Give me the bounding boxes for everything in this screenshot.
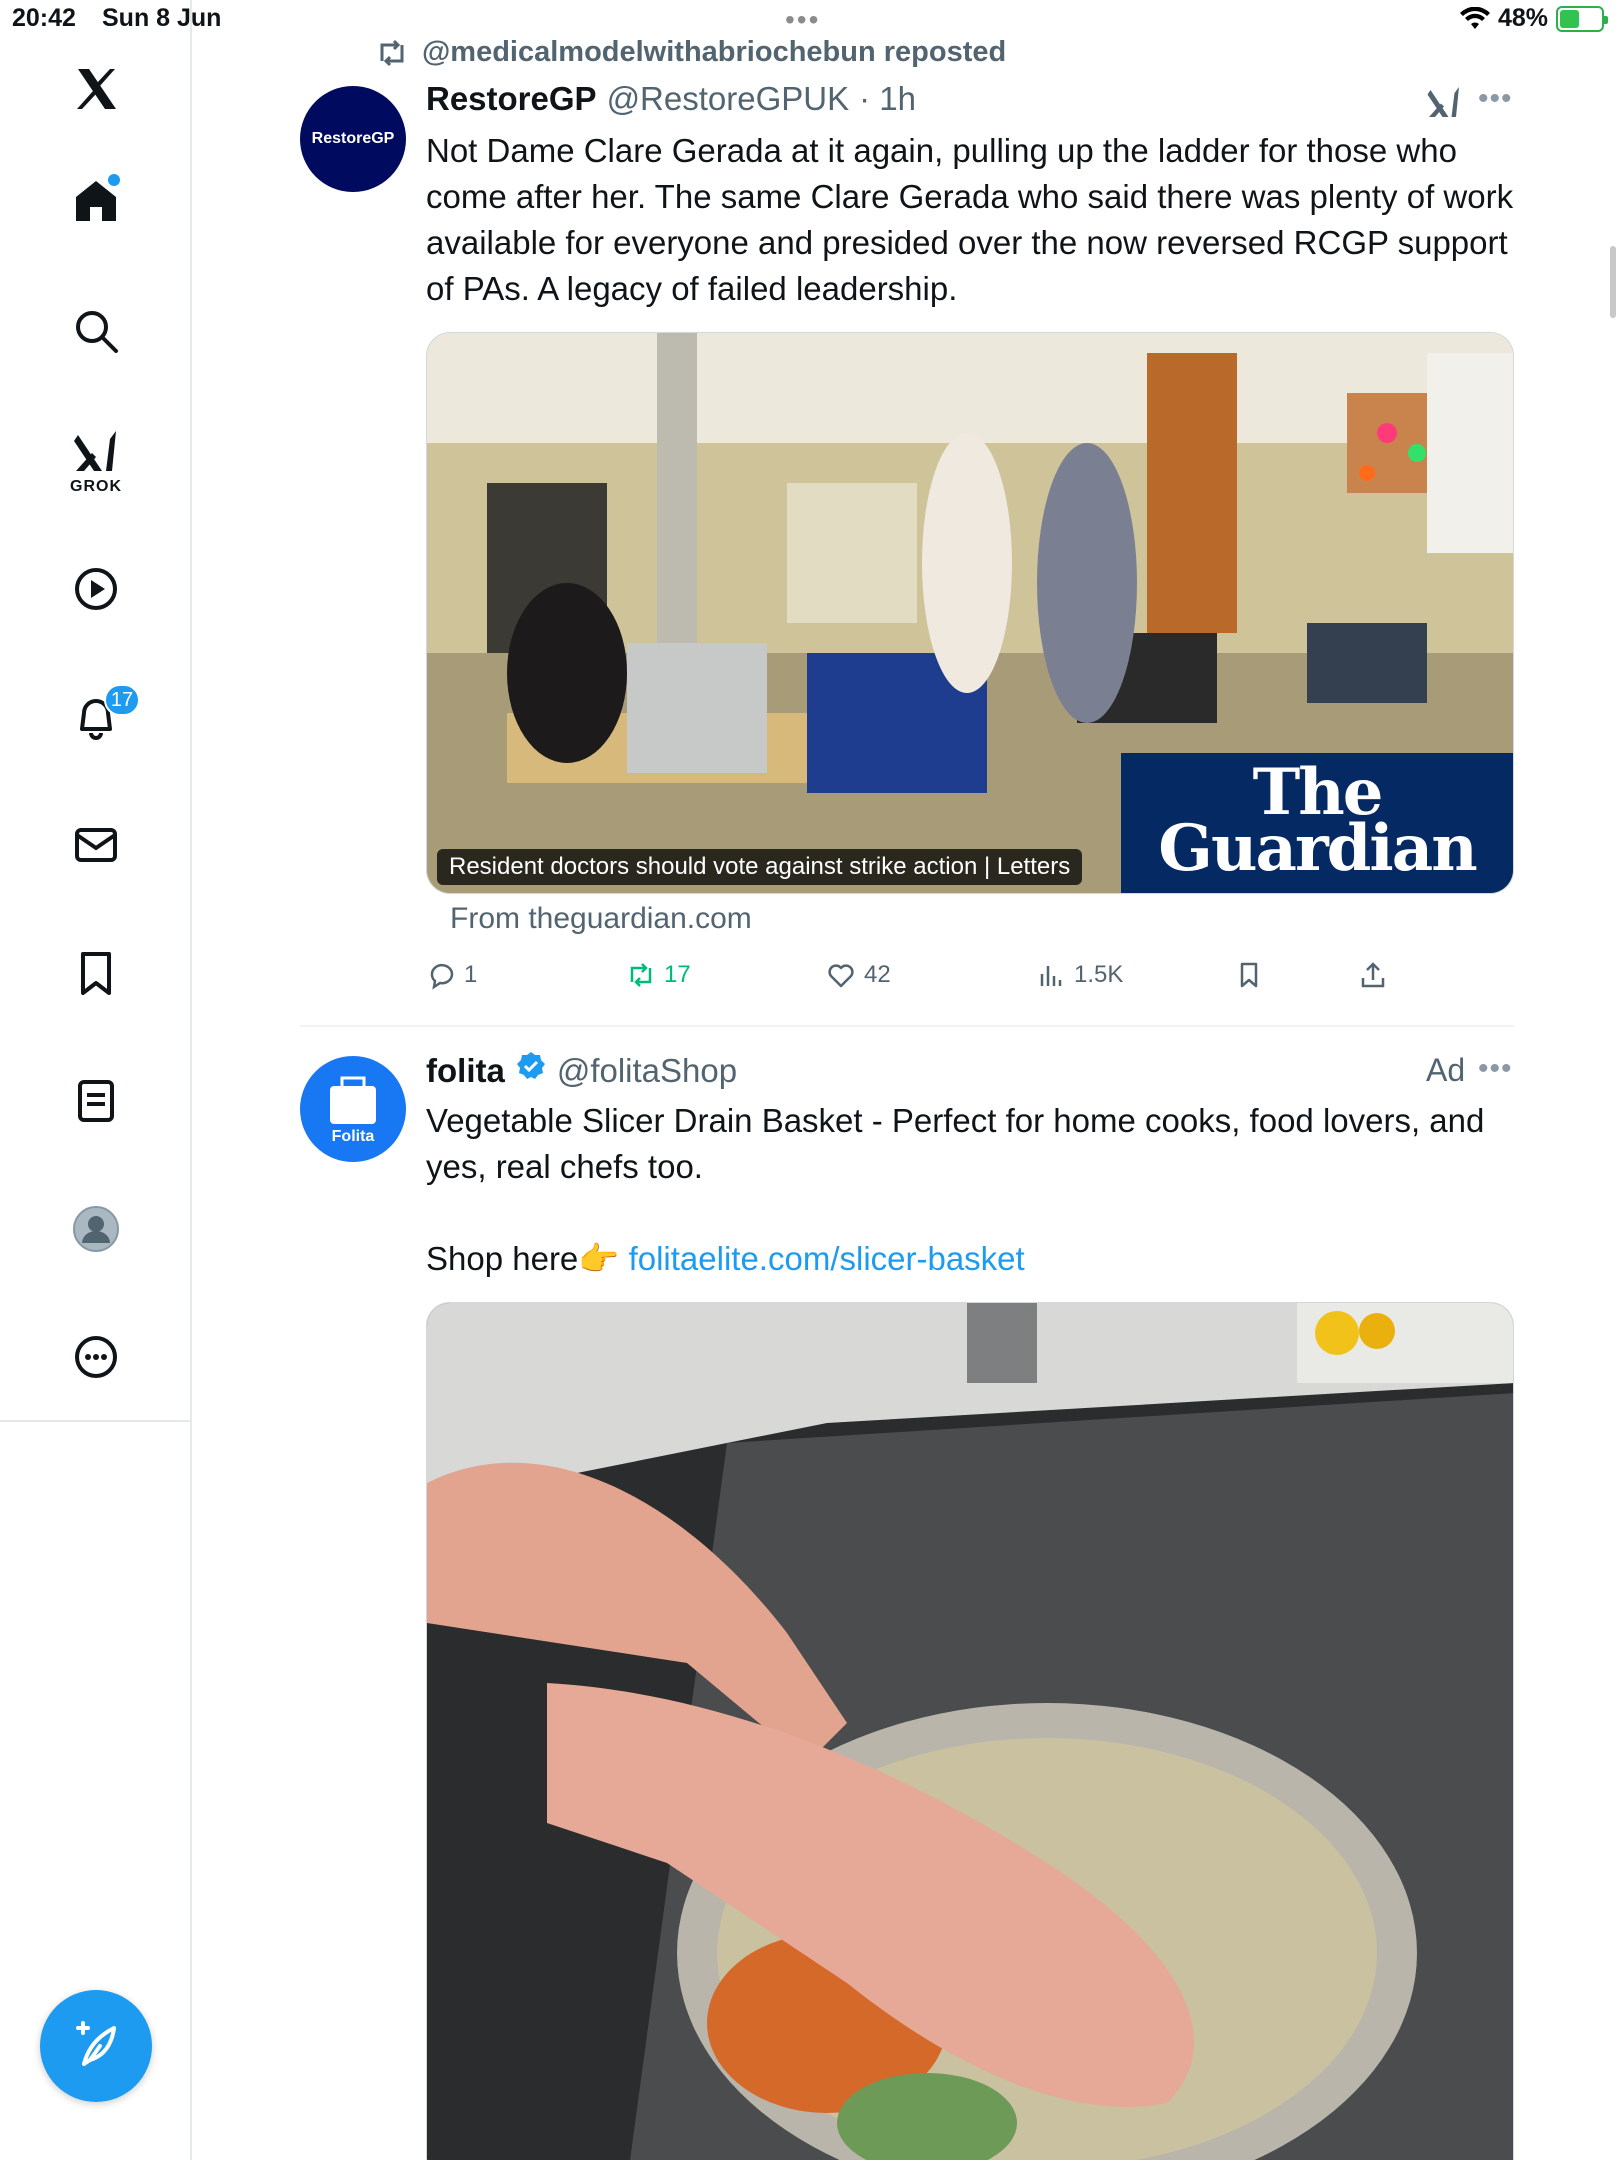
- sidebar-item-lists[interactable]: [0, 1056, 192, 1146]
- bookmark-button[interactable]: [1234, 950, 1264, 1000]
- sidebar-divider: [0, 1420, 192, 1422]
- like-button[interactable]: 42: [826, 950, 891, 1000]
- tweet-divider: [300, 1025, 1514, 1027]
- verified-icon: [516, 1052, 545, 1079]
- compose-icon: [76, 2021, 116, 2066]
- compose-button[interactable]: [40, 1990, 152, 2102]
- author-handle[interactable]: @folitaShop: [557, 1052, 737, 1090]
- card-caption: Resident doctors should vote against str…: [437, 849, 1083, 885]
- tweet-header: folita @folitaShop: [426, 1050, 737, 1090]
- grok-label: GROK: [70, 478, 122, 495]
- views-icon: [1040, 966, 1062, 986]
- repost-icon: [630, 963, 652, 987]
- status-bar: 20:42 Sun 8 Jun ••• 48%: [0, 0, 1620, 40]
- repost-button[interactable]: 17: [626, 950, 691, 1000]
- repost-indicator[interactable]: @medicalmodelwithabriochebun reposted: [376, 36, 1006, 69]
- home-unread-dot: [108, 174, 120, 186]
- guardian-logo: The Guardian: [1121, 753, 1513, 893]
- more-options-icon[interactable]: •••: [1478, 1052, 1513, 1086]
- tweet-text: Vegetable Slicer Drain Basket - Perfect …: [426, 1102, 1485, 1185]
- ad-label: Ad: [1426, 1052, 1466, 1088]
- link-card-image[interactable]: Resident doctors should vote against str…: [426, 332, 1514, 894]
- sidebar-item-video[interactable]: [0, 544, 192, 634]
- battery-icon: [1556, 5, 1608, 32]
- sidebar-item-bookmarks[interactable]: [0, 928, 192, 1018]
- play-icon: [75, 568, 117, 610]
- folita-logo-icon: [330, 1076, 376, 1124]
- author-name[interactable]: folita: [426, 1052, 505, 1090]
- bookmark-icon: [1240, 962, 1258, 988]
- reply-button[interactable]: 1: [426, 950, 477, 1000]
- battery-percent: 48%: [1497, 4, 1548, 32]
- sidebar-item-profile[interactable]: [0, 1184, 192, 1274]
- mail-icon: [75, 828, 117, 862]
- search-icon: [76, 311, 118, 353]
- share-button[interactable]: [1358, 950, 1388, 1000]
- card-source[interactable]: From theguardian.com: [450, 902, 752, 936]
- sidebar-item-home[interactable]: [0, 156, 192, 246]
- avatar[interactable]: Folita: [300, 1056, 406, 1162]
- folita-avatar-text: Folita: [331, 1128, 375, 1145]
- ad-video[interactable]: [426, 1302, 1514, 2160]
- status-right: 48%: [1459, 4, 1608, 33]
- tweet-actions: 1 17 42 1.5K: [426, 950, 1426, 1000]
- grok-explain-icon[interactable]: [1426, 84, 1462, 120]
- author-handle[interactable]: @RestoreGPUK: [607, 80, 850, 118]
- reply-icon: [430, 963, 454, 990]
- more-circle-icon: [75, 1336, 117, 1378]
- tweet-time[interactable]: · 1h: [859, 80, 916, 118]
- tweet-header: RestoreGP @RestoreGPUK · 1h: [426, 80, 916, 118]
- heart-icon: [828, 964, 854, 988]
- tweet-text: Not Dame Clare Gerada at it again, pulli…: [426, 132, 1514, 307]
- sidebar-item-more[interactable]: [0, 1312, 192, 1402]
- notification-badge: 17: [104, 684, 140, 716]
- avatar[interactable]: RestoreGP: [300, 86, 406, 192]
- multitasking-dots[interactable]: •••: [785, 4, 820, 36]
- shop-line: Shop here👉 folitaelite.com/slicer-basket: [426, 1240, 1025, 1277]
- wifi-icon: [1459, 6, 1490, 29]
- bookmark-icon: [81, 952, 111, 995]
- list-icon: [78, 1080, 114, 1122]
- x-logo-icon[interactable]: [0, 44, 192, 134]
- author-name[interactable]: RestoreGP: [426, 80, 597, 118]
- sidebar: GROK 17: [0, 0, 192, 2160]
- sink-photo: [427, 1303, 1513, 2160]
- avatar-icon: [73, 1206, 119, 1252]
- repost-icon: [380, 39, 404, 66]
- sidebar-item-notifications[interactable]: [0, 672, 192, 762]
- views-button[interactable]: 1.5K: [1036, 950, 1123, 1000]
- scrollbar[interactable]: [1610, 246, 1616, 318]
- sidebar-item-messages[interactable]: [0, 800, 192, 890]
- more-options-icon[interactable]: •••: [1478, 82, 1513, 116]
- repost-by: @medicalmodelwithabriochebun reposted: [422, 36, 1007, 68]
- share-icon: [1361, 962, 1385, 988]
- sidebar-item-search[interactable]: [0, 286, 192, 376]
- grok-icon: [74, 431, 116, 471]
- shop-link[interactable]: folitaelite.com/slicer-basket: [629, 1240, 1025, 1277]
